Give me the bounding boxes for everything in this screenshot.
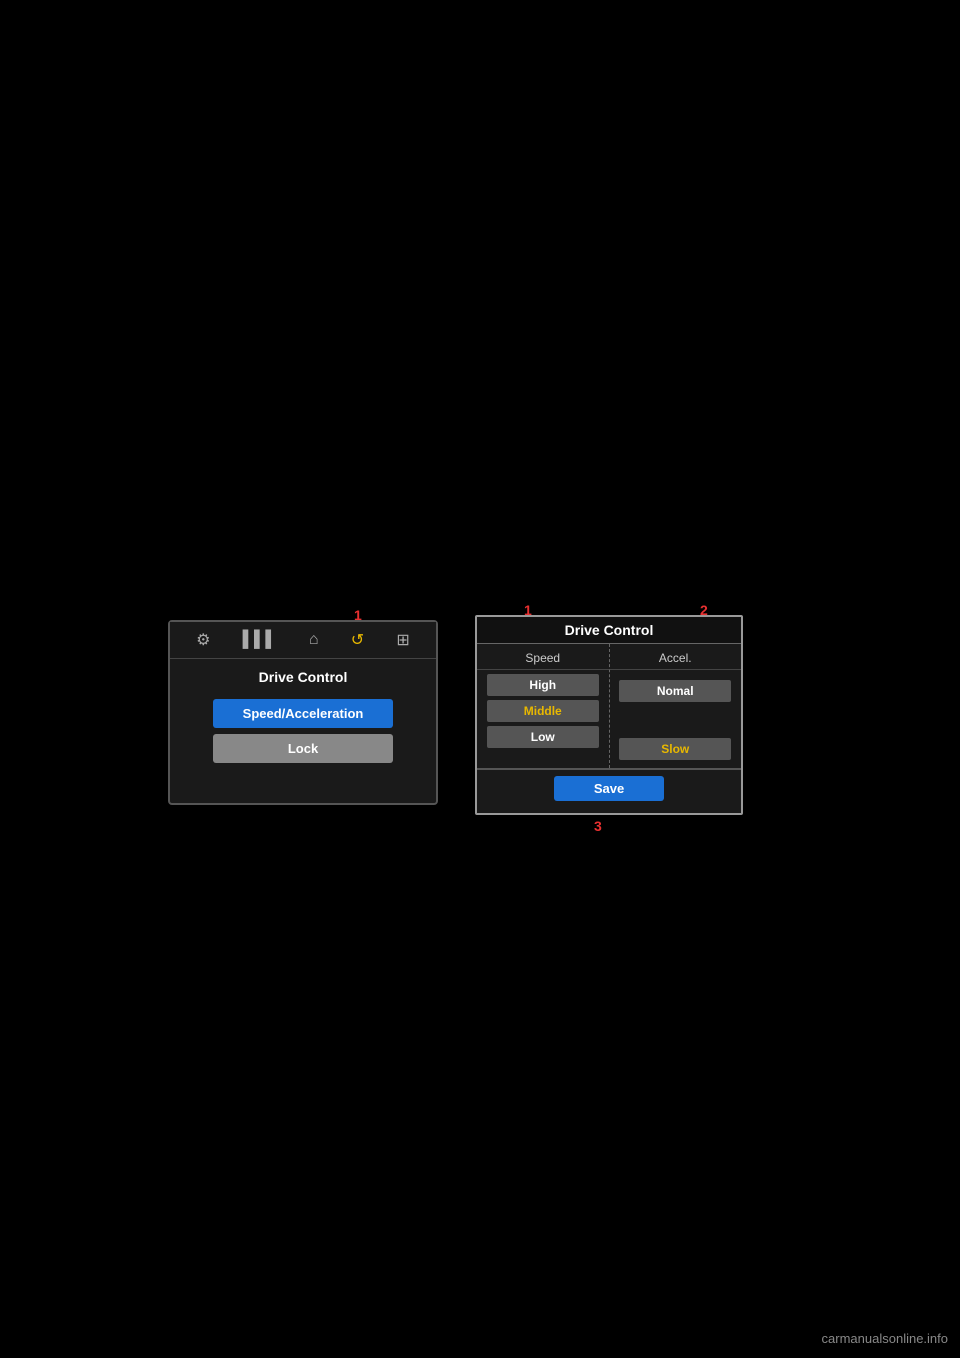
accel-options-body: Nomal Slow — [610, 670, 742, 764]
save-section: Save — [477, 769, 741, 807]
annotation-1-left: 1 — [354, 607, 362, 623]
left-panel-title: Drive Control — [170, 659, 436, 693]
accel-column: Accel. Nomal Slow — [610, 644, 742, 768]
left-drive-control-panel: ⚙ ▌▌▌ ⌂ ↺ ⊞ Drive Control Speed/Accelera… — [168, 620, 438, 805]
speed-low-option[interactable]: Low — [487, 726, 599, 748]
home-icon[interactable]: ⌂ — [309, 631, 319, 649]
signal-icon[interactable]: ▌▌▌ — [243, 631, 277, 649]
settings-icon[interactable]: ⚙ — [196, 630, 210, 650]
accel-normal-option[interactable]: Nomal — [619, 680, 731, 702]
lock-button[interactable]: Lock — [213, 734, 393, 763]
watermark: carmanualsonline.info — [822, 1331, 948, 1346]
page: ⚙ ▌▌▌ ⌂ ↺ ⊞ Drive Control Speed/Accelera… — [0, 0, 960, 1358]
speed-high-option[interactable]: High — [487, 674, 599, 696]
accel-spacer — [610, 706, 742, 734]
right-panel-title: Drive Control — [477, 617, 741, 644]
grid-icon[interactable]: ⊞ — [396, 630, 409, 650]
navbar: ⚙ ▌▌▌ ⌂ ↺ ⊞ — [170, 622, 436, 659]
accel-slow-option[interactable]: Slow — [619, 738, 731, 760]
save-button[interactable]: Save — [554, 776, 664, 801]
refresh-icon[interactable]: ↺ — [351, 630, 364, 650]
annotation-3-right: 3 — [594, 818, 602, 834]
speed-middle-option[interactable]: Middle — [487, 700, 599, 722]
annotation-1-right: 1 — [524, 602, 532, 618]
right-drive-control-panel: Drive Control Speed High Middle Low Acce… — [475, 615, 743, 815]
speed-column: Speed High Middle Low — [477, 644, 610, 768]
columns-container: Speed High Middle Low Accel. Nomal Slow — [477, 644, 741, 769]
annotation-2-right: 2 — [700, 602, 708, 618]
speed-acceleration-button[interactable]: Speed/Acceleration — [213, 699, 393, 728]
accel-column-header: Accel. — [610, 648, 742, 670]
speed-column-header: Speed — [477, 648, 609, 670]
